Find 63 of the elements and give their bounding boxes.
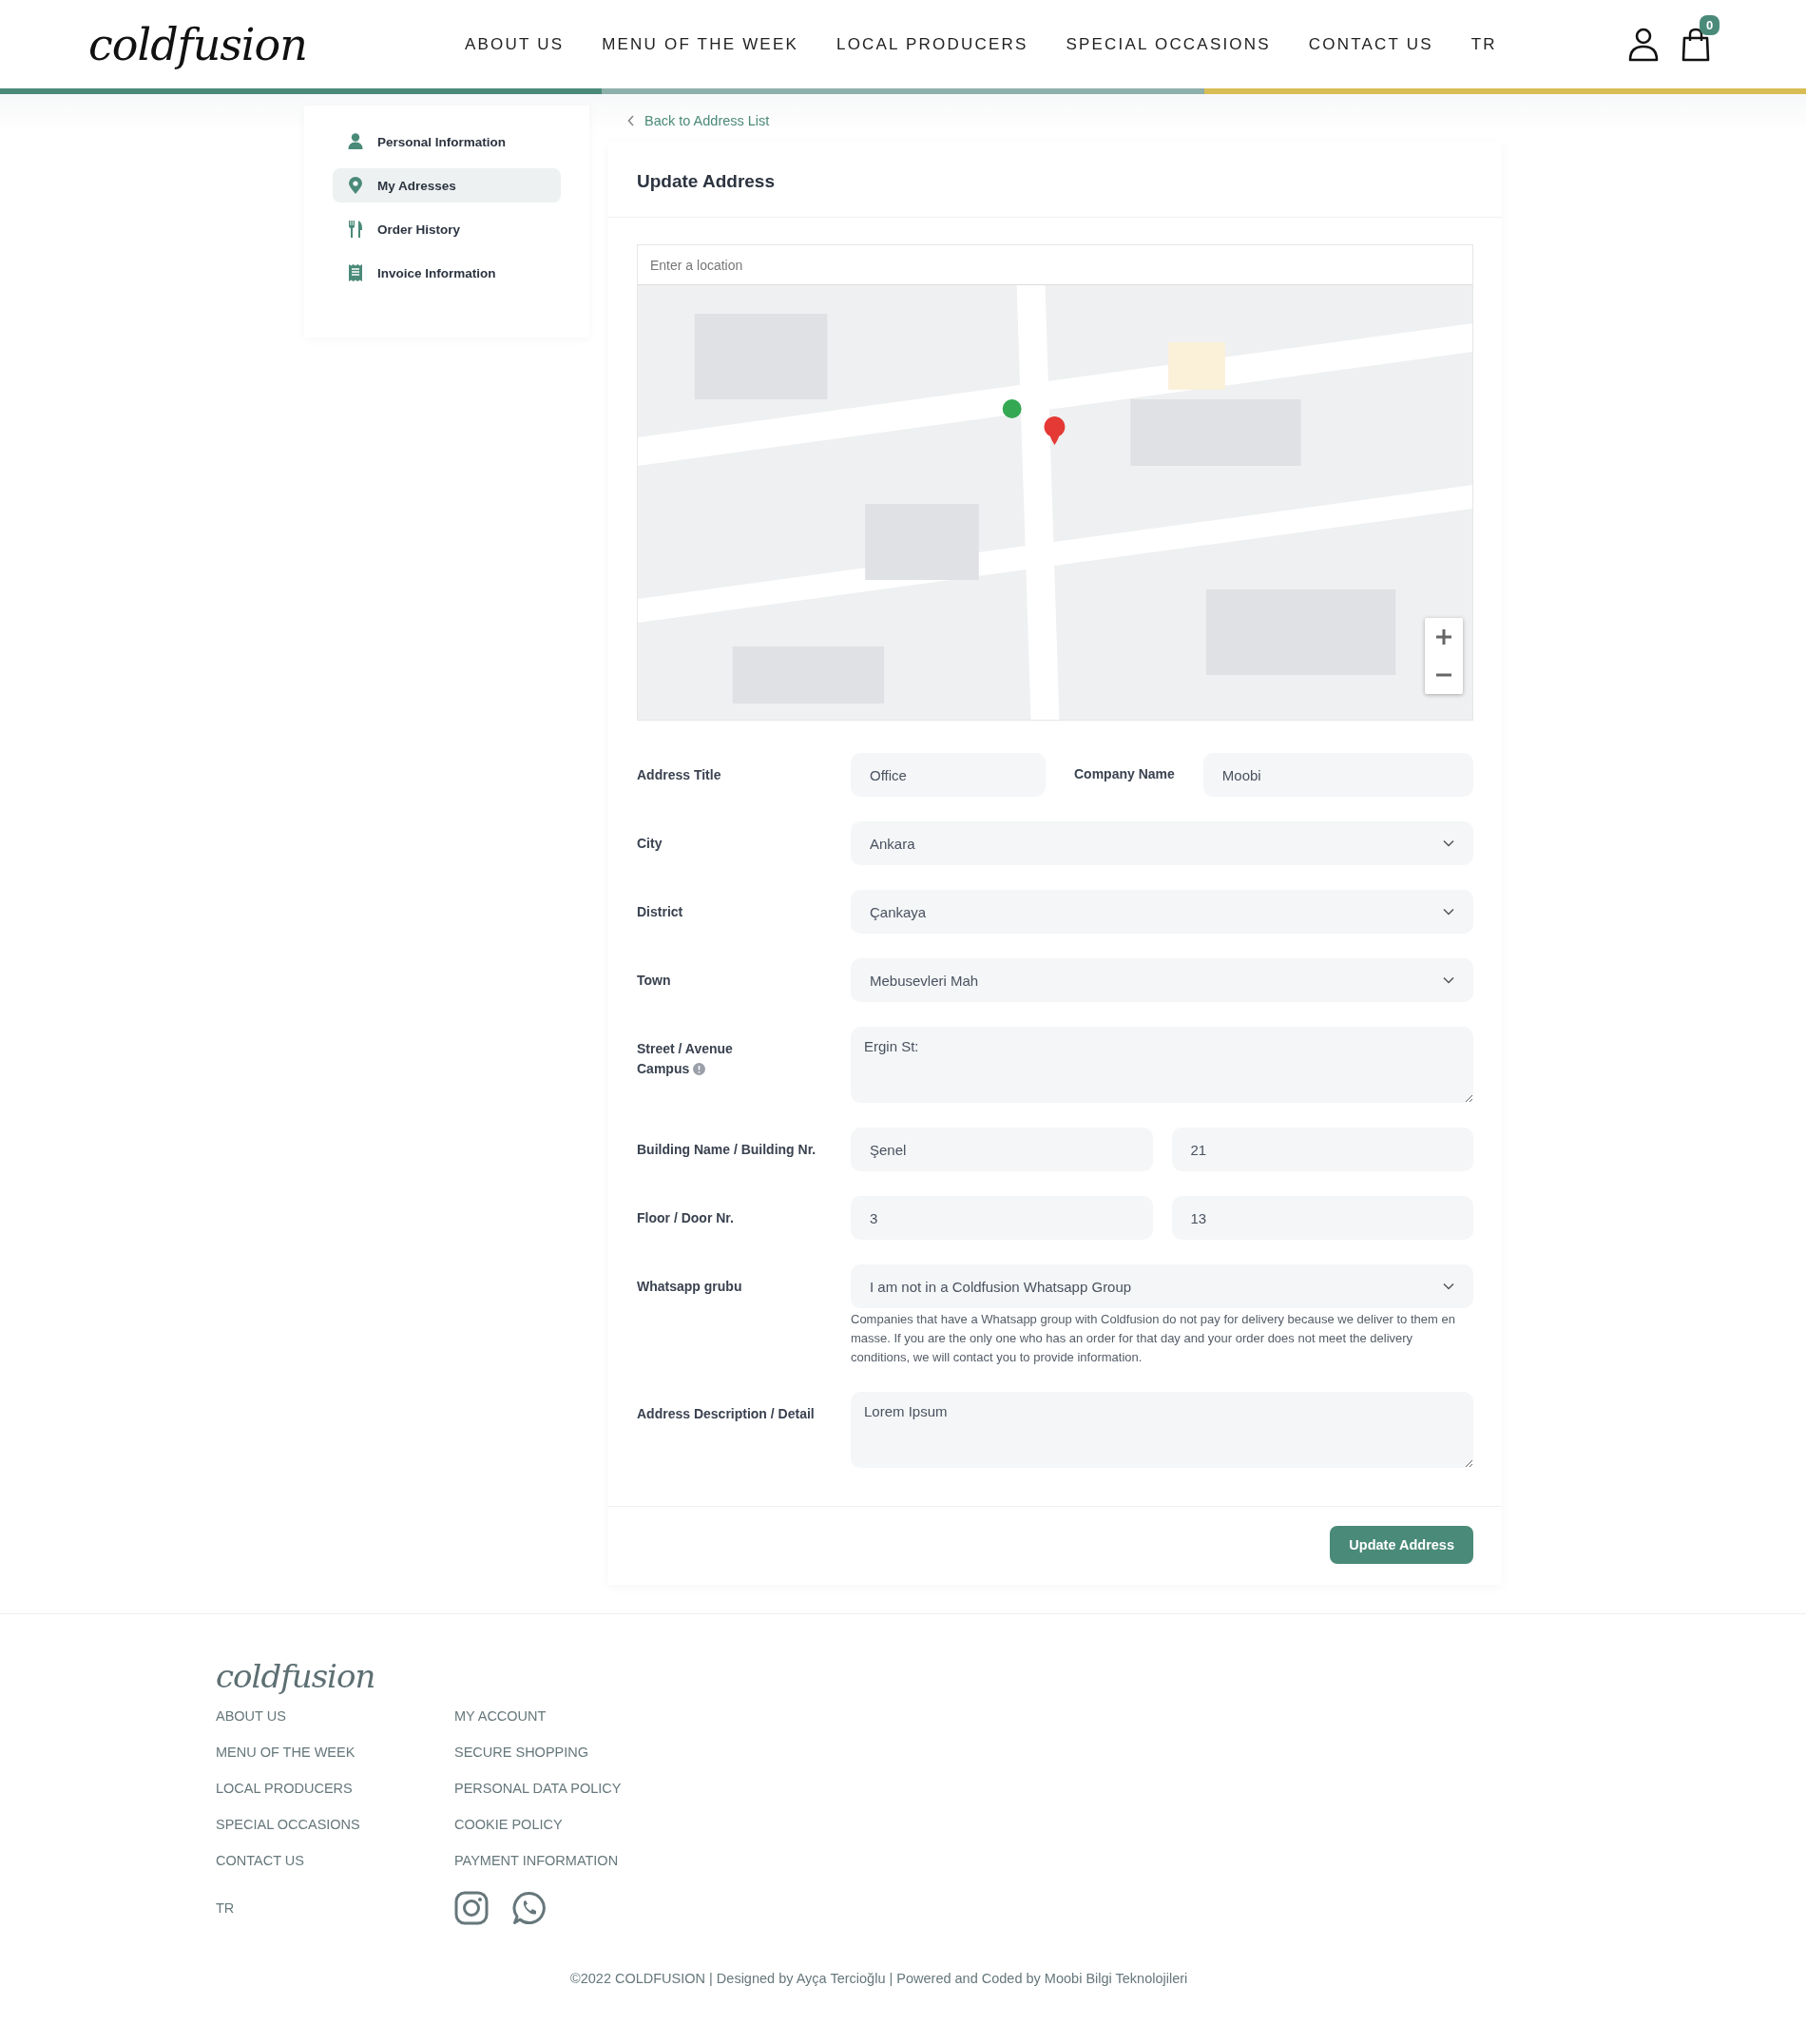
field-label: City xyxy=(637,836,663,851)
select-field[interactable]: Mebusevleri Mah xyxy=(851,958,1473,1002)
nav-link[interactable]: LOCAL PRODUCERS xyxy=(836,34,1028,54)
help-text: Companies that have a Whatsapp group with Coldfusion do not pay for delivery because we deliver to them en masse. If you are the only one who has an order for that day and your order does not meet the delivery conditions, we will contact you to provide information. xyxy=(851,1311,1456,1367)
footer-logo[interactable]: coldfusion xyxy=(216,1657,1356,1696)
sidebar-item[interactable]: Personal Information xyxy=(333,125,561,159)
field-label: Street / Avenue Campus xyxy=(637,1040,734,1078)
field-label: Floor / Door Nr. xyxy=(637,1210,734,1225)
logo[interactable]: coldfusion xyxy=(88,18,307,70)
update-address-button[interactable]: Update Address xyxy=(1330,1526,1473,1565)
sidebar-item[interactable]: My Adresses xyxy=(333,168,561,202)
footer-link[interactable]: ABOUT US xyxy=(216,1708,454,1725)
whatsapp-icon[interactable] xyxy=(512,1891,547,1926)
text-area[interactable]: Ergin St: xyxy=(851,1027,1473,1103)
input-field[interactable]: Office xyxy=(851,753,1046,797)
nav-link[interactable]: ABOUT US xyxy=(465,34,565,54)
chevron-down-icon xyxy=(1443,976,1454,984)
chevron-left-icon xyxy=(627,115,635,126)
footer-link[interactable]: PAYMENT INFORMATION xyxy=(454,1853,693,1869)
sidebar-item[interactable]: Invoice Information xyxy=(333,256,561,290)
footer-link[interactable]: MENU OF THE WEEK xyxy=(216,1745,454,1761)
input-field[interactable]: 13 xyxy=(1171,1196,1473,1240)
receipt-icon xyxy=(349,264,362,281)
select-field[interactable]: Ankara xyxy=(851,821,1473,865)
chevron-down-icon xyxy=(1443,839,1454,847)
footer-link[interactable]: MY ACCOUNT xyxy=(454,1708,693,1725)
field-label: Company Name xyxy=(1074,765,1175,781)
user-icon[interactable] xyxy=(1627,26,1660,63)
language-link[interactable]: TR xyxy=(216,1900,454,1917)
field-label: District xyxy=(637,904,683,919)
nav-link[interactable]: TR xyxy=(1470,34,1497,54)
nav-link[interactable]: SPECIAL OCCASIONS xyxy=(1066,34,1271,54)
card-title: Update Address xyxy=(608,143,1502,218)
instagram-icon[interactable] xyxy=(454,1891,489,1926)
input-field[interactable]: 21 xyxy=(1171,1128,1473,1171)
select-field[interactable]: I am not in a Coldfusion Whatsapp Group xyxy=(851,1264,1473,1308)
footer-link[interactable]: SPECIAL OCCASIONS xyxy=(216,1817,454,1833)
field-label: Address Title xyxy=(637,767,721,782)
location-pin-icon xyxy=(349,177,362,194)
input-field[interactable]: Şenel xyxy=(851,1128,1153,1171)
field-label: Address Description / Detail xyxy=(637,1406,815,1422)
footer-link[interactable]: LOCAL PRODUCERS xyxy=(216,1781,454,1797)
nav-link[interactable]: CONTACT US xyxy=(1308,34,1433,54)
footer-link[interactable]: CONTACT US xyxy=(216,1853,454,1869)
input-field[interactable]: Moobi xyxy=(1202,753,1473,797)
select-field[interactable]: Çankaya xyxy=(851,890,1473,934)
field-label: Town xyxy=(637,973,671,988)
nav-link[interactable]: MENU OF THE WEEK xyxy=(602,34,798,54)
cutlery-icon xyxy=(348,221,363,238)
text-area[interactable]: Lorem Ipsum xyxy=(851,1392,1473,1469)
footer-link[interactable]: SECURE SHOPPING xyxy=(454,1745,693,1761)
input-field[interactable]: 3 xyxy=(851,1196,1153,1240)
info-icon[interactable] xyxy=(693,1063,706,1075)
field-label: Whatsapp grubu xyxy=(637,1279,742,1294)
footer-link[interactable]: COOKIE POLICY xyxy=(454,1817,693,1833)
chevron-down-icon xyxy=(1443,1282,1454,1290)
sidebar-item[interactable]: Order History xyxy=(333,212,561,246)
footer-link[interactable]: PERSONAL DATA POLICY xyxy=(454,1781,693,1797)
field-label: Building Name / Building Nr. xyxy=(637,1142,817,1157)
cart-count-badge: 0 xyxy=(1700,14,1720,35)
chevron-down-icon xyxy=(1443,908,1454,916)
person-icon xyxy=(348,133,363,150)
copyright-text: ©2022 COLDFUSION | Designed by Ayça Tercioğlu | Powered and Coded by Moobi Bilgi Teknolojileri xyxy=(570,1971,1189,1987)
